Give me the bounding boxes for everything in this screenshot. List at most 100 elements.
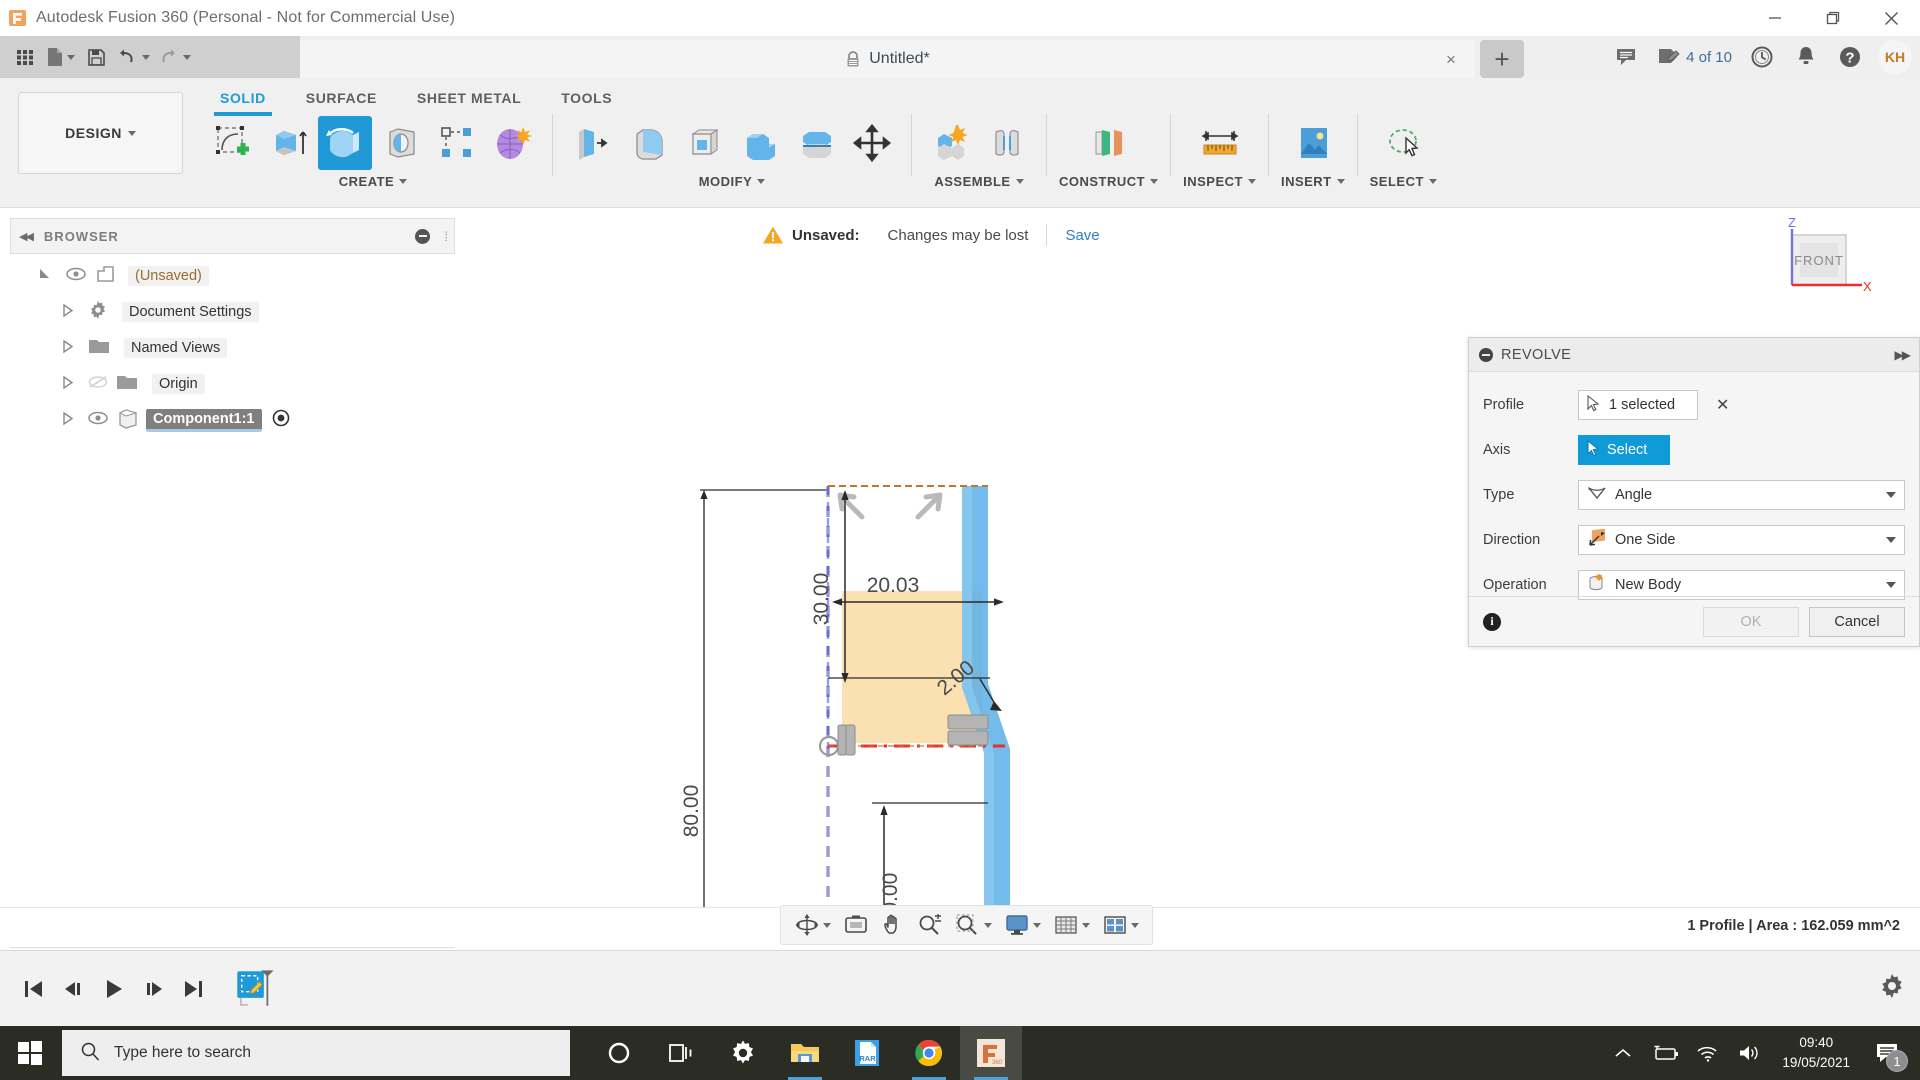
minus-circle-icon[interactable] <box>1479 347 1493 362</box>
windows-start-icon[interactable] <box>0 1026 60 1080</box>
tree-item-unsaved[interactable]: (Unsaved) <box>10 258 455 294</box>
select-lasso-icon[interactable] <box>1376 116 1430 170</box>
visibility-eye-icon[interactable] <box>88 411 108 429</box>
visibility-eye-icon[interactable] <box>66 267 86 285</box>
tree-item-component1[interactable]: Component1:1 <box>10 402 455 438</box>
move-copy-icon[interactable] <box>845 116 899 170</box>
split-face-icon[interactable] <box>789 116 843 170</box>
timeline-step-forward[interactable] <box>134 969 174 1009</box>
minimize-icon[interactable] <box>1746 0 1804 36</box>
form-icon[interactable] <box>486 116 540 170</box>
save-link[interactable]: Save <box>1065 227 1099 244</box>
view-cube[interactable]: FRONT Z X <box>1762 215 1872 297</box>
taskbar-cortana[interactable] <box>588 1026 650 1080</box>
offset-plane-icon[interactable] <box>1082 116 1136 170</box>
wifi-icon[interactable] <box>1686 1026 1728 1080</box>
timeline-sketch-feature[interactable] <box>232 966 278 1012</box>
battery-charging-icon[interactable] <box>1644 1026 1686 1080</box>
measure-icon[interactable] <box>1193 116 1247 170</box>
taskbar-search-box[interactable]: Type here to search <box>62 1030 570 1076</box>
zoom-tool[interactable] <box>912 908 948 942</box>
ribbon-group-label-create[interactable]: CREATE <box>339 174 408 189</box>
expand-triangle-icon[interactable] <box>62 339 74 357</box>
tab-sheet-metal[interactable]: SHEET METAL <box>397 86 541 110</box>
create-sketch-icon[interactable] <box>206 116 260 170</box>
insert-image-icon[interactable] <box>1286 116 1340 170</box>
fillet-icon[interactable] <box>621 116 675 170</box>
clear-selection-icon[interactable]: ✕ <box>1716 395 1729 415</box>
action-center-icon[interactable]: 1 <box>1862 1026 1914 1080</box>
joint-icon[interactable] <box>980 116 1034 170</box>
bell-icon[interactable] <box>1786 37 1826 77</box>
taskbar-chrome[interactable] <box>898 1026 960 1080</box>
close-icon[interactable] <box>1862 0 1920 36</box>
cancel-button[interactable]: Cancel <box>1809 606 1905 637</box>
tab-close-icon[interactable]: × <box>1441 49 1461 69</box>
viewports[interactable] <box>1097 908 1144 942</box>
taskbar-fusion360[interactable]: 360 <box>960 1026 1022 1080</box>
operation-dropdown[interactable]: New Body <box>1578 569 1905 600</box>
taskbar-settings[interactable] <box>712 1026 774 1080</box>
press-pull-icon[interactable] <box>565 116 619 170</box>
chevron-up-icon[interactable] <box>1602 1026 1644 1080</box>
tree-item-document-settings[interactable]: Document Settings <box>10 294 455 330</box>
grid-and-snaps[interactable] <box>1048 908 1095 942</box>
workspace-switcher[interactable]: DESIGN <box>18 92 183 174</box>
sweep-icon[interactable] <box>374 116 428 170</box>
ribbon-group-label-modify[interactable]: MODIFY <box>699 174 766 189</box>
revolve-icon[interactable] <box>318 116 372 170</box>
extrude-icon[interactable] <box>262 116 316 170</box>
axis-select-button[interactable]: Select <box>1578 434 1670 465</box>
shell-icon[interactable] <box>677 116 731 170</box>
file-icon[interactable] <box>42 40 79 74</box>
clock-icon[interactable] <box>1742 37 1782 77</box>
pattern-icon[interactable] <box>430 116 484 170</box>
minus-circle-icon[interactable] <box>415 228 430 244</box>
display-settings[interactable] <box>999 908 1046 942</box>
dim-30-upper[interactable]: 30.00 <box>810 573 833 626</box>
expand-triangle-icon[interactable] <box>38 267 52 285</box>
taskbar-file-explorer[interactable] <box>774 1026 836 1080</box>
volume-icon[interactable] <box>1728 1026 1770 1080</box>
dim-20-03[interactable]: 20.03 <box>867 574 920 597</box>
timeline-go-to-end[interactable] <box>174 969 214 1009</box>
look-at-tool[interactable] <box>838 908 874 942</box>
timeline-step-back[interactable] <box>54 969 94 1009</box>
app-grid-icon[interactable] <box>8 40 42 74</box>
combine-icon[interactable] <box>733 116 787 170</box>
comment-icon[interactable] <box>1607 37 1647 77</box>
tree-item-named-views[interactable]: Named Views <box>10 330 455 366</box>
dim-30-lower[interactable]: 30.00 <box>879 873 902 907</box>
new-component-icon[interactable] <box>924 116 978 170</box>
expand-triangle-icon[interactable] <box>62 375 74 393</box>
visibility-hidden-icon[interactable] <box>88 375 108 393</box>
collapse-left-icon[interactable]: ◀◀ <box>19 230 34 243</box>
undo-icon[interactable] <box>113 40 154 74</box>
ribbon-group-label-construct[interactable]: CONSTRUCT <box>1059 174 1159 189</box>
dim-80-00[interactable]: 80.00 <box>680 785 703 838</box>
grip-icon[interactable]: ⁞ <box>444 229 448 244</box>
new-tab-button[interactable]: + <box>1480 40 1524 78</box>
tab-tools[interactable]: TOOLS <box>541 86 632 110</box>
timeline-settings-gear-icon[interactable] <box>1878 972 1906 1005</box>
expand-right-icon[interactable]: ▶▶ <box>1895 348 1912 362</box>
avatar[interactable]: KH <box>1878 40 1912 74</box>
expand-triangle-icon[interactable] <box>62 411 74 429</box>
type-dropdown[interactable]: Angle <box>1578 479 1905 510</box>
taskbar-task-view[interactable] <box>650 1026 712 1080</box>
jobs-status[interactable]: 4 of 10 <box>1651 37 1738 77</box>
ribbon-group-label-assemble[interactable]: ASSEMBLE <box>934 174 1024 189</box>
document-tab[interactable]: Untitled* × <box>300 40 1475 78</box>
redo-icon[interactable] <box>154 40 195 74</box>
tree-item-origin[interactable]: Origin <box>10 366 455 402</box>
fit-tool[interactable] <box>950 908 997 942</box>
profile-selection-field[interactable]: 1 selected <box>1578 389 1698 420</box>
tab-solid[interactable]: SOLID <box>200 86 286 116</box>
info-icon[interactable]: i <box>1483 612 1501 631</box>
taskbar-clock[interactable]: 09:40 19/05/2021 <box>1770 1026 1862 1080</box>
ok-button[interactable]: OK <box>1703 606 1799 637</box>
orbit-tool[interactable] <box>789 908 836 942</box>
tab-surface[interactable]: SURFACE <box>286 86 397 110</box>
ribbon-group-label-inspect[interactable]: INSPECT <box>1183 174 1256 189</box>
timeline-play[interactable] <box>94 969 134 1009</box>
